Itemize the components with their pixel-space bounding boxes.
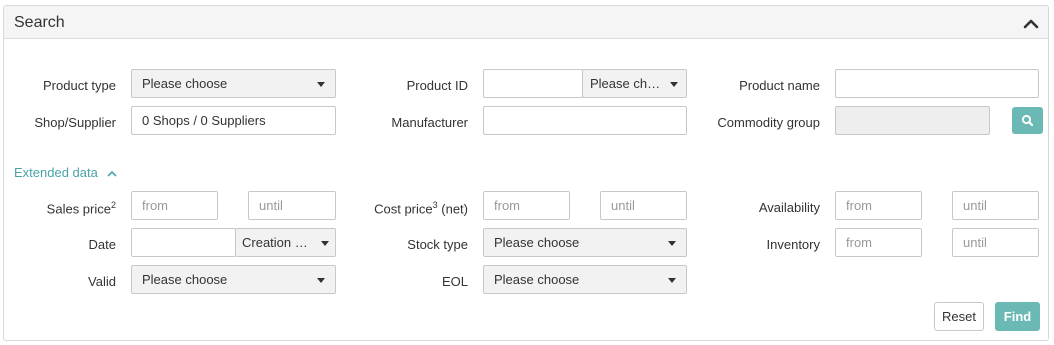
- valid-select[interactable]: Please choose: [131, 265, 336, 294]
- search-icon: [1021, 114, 1034, 127]
- stock-type-select[interactable]: Please choose: [483, 228, 687, 257]
- commodity-group-label: Commodity group: [717, 115, 820, 130]
- inventory-until-input[interactable]: until: [952, 228, 1039, 257]
- caret-down-icon: [668, 278, 676, 283]
- cost-price-label: Cost price3 (net): [374, 200, 468, 217]
- find-button[interactable]: Find: [995, 302, 1040, 331]
- commodity-group-input: [835, 106, 990, 135]
- availability-from-input[interactable]: from: [835, 191, 922, 220]
- eol-label: EOL: [441, 274, 468, 289]
- valid-label: Valid: [88, 274, 116, 289]
- product-type-select[interactable]: Please choose: [131, 69, 336, 98]
- date-input[interactable]: [131, 228, 236, 257]
- extended-data-toggle[interactable]: Extended data: [14, 165, 118, 180]
- stock-type-label: Stock type: [407, 237, 468, 252]
- reset-button[interactable]: Reset: [934, 302, 984, 331]
- caret-down-icon: [668, 241, 676, 246]
- inventory-from-input[interactable]: from: [835, 228, 922, 257]
- product-type-label: Product type: [43, 78, 116, 93]
- shop-supplier-input[interactable]: 0 Shops / 0 Suppliers: [131, 106, 336, 135]
- sales-price-label: Sales price2: [46, 200, 116, 217]
- product-id-input[interactable]: [483, 69, 583, 98]
- manufacturer-input[interactable]: [483, 106, 687, 135]
- inventory-label: Inventory: [766, 237, 820, 252]
- caret-down-icon: [670, 82, 678, 87]
- caret-down-icon: [317, 82, 325, 87]
- product-id-label: Product ID: [406, 78, 468, 93]
- chevron-up-icon: [107, 170, 118, 177]
- eol-select[interactable]: Please choose: [483, 265, 687, 294]
- product-id-type-select[interactable]: Please choose: [582, 69, 687, 98]
- manufacturer-label: Manufacturer: [391, 115, 468, 130]
- shop-supplier-label: Shop/Supplier: [34, 115, 116, 130]
- date-type-select[interactable]: Creation date: [235, 228, 336, 257]
- panel-header: Search: [4, 6, 1048, 39]
- sales-price-until-input[interactable]: until: [248, 191, 336, 220]
- availability-label: Availability: [758, 200, 820, 215]
- cost-price-until-input[interactable]: until: [600, 191, 687, 220]
- panel-title: Search: [14, 14, 65, 31]
- availability-until-input[interactable]: until: [952, 191, 1039, 220]
- caret-down-icon: [321, 241, 329, 246]
- sales-price-from-input[interactable]: from: [131, 191, 218, 220]
- date-label: Date: [88, 237, 116, 252]
- commodity-search-button[interactable]: [1012, 107, 1043, 134]
- cost-price-from-input[interactable]: from: [483, 191, 570, 220]
- product-name-label: Product name: [739, 78, 820, 93]
- caret-down-icon: [317, 278, 325, 283]
- product-name-input[interactable]: [835, 69, 1039, 98]
- chevron-up-icon[interactable]: [1022, 15, 1040, 31]
